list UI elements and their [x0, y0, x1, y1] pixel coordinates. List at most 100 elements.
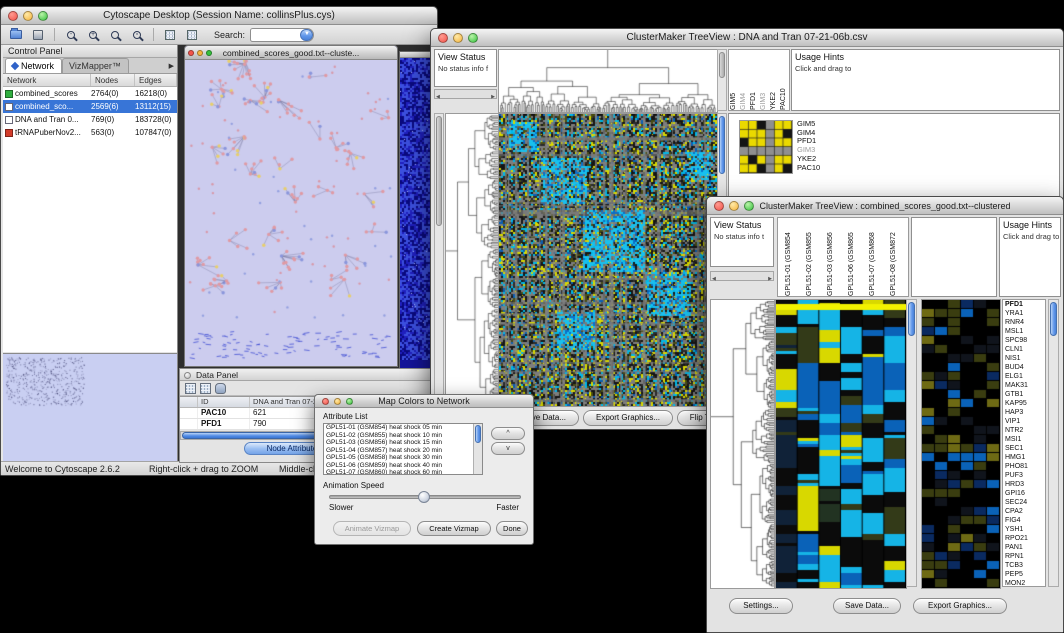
create-vizmap-button[interactable]: Create Vizmap [417, 521, 491, 536]
gene-label[interactable]: HMG1 [1005, 453, 1045, 462]
gene-label[interactable]: CLN1 [1005, 345, 1045, 354]
heatmap-vscrollbar[interactable] [906, 299, 917, 587]
treeview-dna-titlebar[interactable]: ClusterMaker TreeView : DNA and Tran 07-… [431, 29, 1063, 47]
combo-arrow-icon[interactable] [300, 29, 313, 41]
overlap-button[interactable] [182, 26, 202, 43]
gene-label[interactable]: CPA2 [1005, 507, 1045, 516]
gene-label[interactable]: KAP95 [1005, 399, 1045, 408]
gene-label[interactable]: MSL1 [1005, 327, 1045, 336]
snapshot-button[interactable] [160, 26, 180, 43]
gene-label[interactable]: FIG4 [1005, 516, 1045, 525]
save-button[interactable] [28, 26, 48, 43]
attribute-item[interactable]: GPL51-04 (GSM857) heat shock 20 min [324, 447, 473, 455]
gene-label[interactable]: YSH1 [1005, 525, 1045, 534]
scroll-thumb[interactable] [475, 425, 481, 443]
zoom-button[interactable] [206, 50, 212, 56]
column-scrollbar[interactable] [717, 49, 727, 111]
col-nodes[interactable]: Nodes [91, 74, 135, 86]
attribute-item[interactable]: GPL51-03 (GSM856) heat shock 15 min [324, 439, 473, 447]
network-overview-panel[interactable] [3, 353, 177, 461]
minimize-button[interactable] [729, 201, 739, 211]
move-up-button[interactable]: ^ [491, 427, 525, 440]
attribute-item[interactable]: GPL51-07 (GSM860) heat shock 60 min [324, 469, 473, 475]
move-down-button[interactable]: v [491, 442, 525, 455]
mini-heatmap-canvas[interactable] [739, 120, 793, 174]
attribute-item[interactable]: GPL51-01 (GSM854) heat shock 05 min [324, 424, 473, 432]
gene-label[interactable]: TCB3 [1005, 561, 1045, 570]
left-vscrollbar[interactable] [434, 113, 444, 405]
column-dendrogram-canvas[interactable] [498, 49, 718, 113]
heatmap-canvas[interactable] [775, 299, 907, 589]
network-view-titlebar[interactable]: combined_scores_good.txt--cluste... [185, 46, 397, 60]
close-button[interactable] [714, 201, 724, 211]
close-button[interactable] [188, 50, 194, 56]
minimize-button[interactable] [197, 50, 203, 56]
col-edges[interactable]: Edges [135, 74, 177, 86]
gene-label[interactable]: RPO21 [1005, 534, 1045, 543]
gene-label[interactable]: VIP1 [1005, 417, 1045, 426]
zoom-fit-button[interactable] [105, 26, 125, 43]
select-attributes-icon[interactable] [185, 383, 196, 394]
speed-slider[interactable] [329, 495, 521, 499]
search-input[interactable] [250, 28, 314, 42]
gene-label[interactable]: PAC10 [797, 164, 820, 173]
scroll-thumb[interactable] [719, 116, 725, 174]
tab-vizmapper[interactable]: VizMapper™ [62, 58, 129, 73]
attribute-item[interactable]: GPL51-05 (GSM858) heat shock 30 min [324, 454, 473, 462]
tab-network[interactable]: Network [5, 58, 62, 73]
create-attribute-icon[interactable] [200, 383, 211, 394]
gene-label[interactable]: PAN1 [1005, 543, 1045, 552]
zoom-selected-button[interactable]: ▫ [127, 26, 147, 43]
status-hscrollbar[interactable] [434, 89, 497, 99]
scroll-thumb[interactable] [908, 302, 915, 336]
gene-label[interactable]: GTB1 [1005, 390, 1045, 399]
zoom-button[interactable] [346, 398, 353, 405]
list-vscrollbar[interactable] [473, 424, 482, 474]
zoom-out-button[interactable]: - [61, 26, 81, 43]
zoom-in-button[interactable]: + [83, 26, 103, 43]
dialog-titlebar[interactable]: Map Colors to Network [315, 395, 533, 408]
gene-label[interactable]: HRD3 [1005, 480, 1045, 489]
row-dendrogram-canvas[interactable] [445, 113, 499, 407]
gene-label[interactable]: MSI1 [1005, 435, 1045, 444]
gene-label[interactable]: MAK31 [1005, 381, 1045, 390]
minimize-button[interactable] [453, 33, 463, 43]
slider-thumb[interactable] [418, 491, 430, 503]
main-titlebar[interactable]: Cytoscape Desktop (Session Name: collins… [1, 7, 437, 25]
settings-button[interactable]: Settings... [729, 598, 793, 614]
gene-label[interactable]: SEC24 [1005, 498, 1045, 507]
close-button[interactable] [8, 11, 18, 21]
zoom-heatmap-canvas[interactable] [921, 299, 1001, 589]
minimize-button[interactable] [23, 11, 33, 21]
network-row-selected[interactable]: combined_sco... 2569(6) 13112(15) [3, 100, 177, 113]
scroll-thumb[interactable] [436, 116, 442, 226]
minimize-button[interactable] [334, 398, 341, 405]
gene-label[interactable]: PEP5 [1005, 570, 1045, 579]
attribute-item[interactable]: GPL51-02 (GSM855) heat shock 10 min [324, 432, 473, 440]
tab-overflow-icon[interactable] [169, 62, 174, 70]
background-network-window[interactable] [399, 51, 433, 369]
heatmap-canvas[interactable] [498, 113, 718, 407]
gene-label[interactable]: NIS1 [1005, 354, 1045, 363]
network-row[interactable]: combined_scores 2764(0) 16218(0) [3, 87, 177, 100]
scroll-thumb[interactable] [1050, 302, 1057, 336]
scroll-left-icon[interactable] [711, 267, 716, 285]
col-id[interactable]: ID [198, 397, 250, 407]
export-graphics-button[interactable]: Export Graphics... [583, 410, 673, 426]
treeview-combined-titlebar[interactable]: ClusterMaker TreeView : combined_scores_… [707, 197, 1063, 215]
zoom-button[interactable] [468, 33, 478, 43]
gene-label[interactable]: NTR2 [1005, 426, 1045, 435]
gene-label[interactable]: PFD1 [1005, 300, 1045, 309]
zoom-button[interactable] [744, 201, 754, 211]
dense-network-canvas[interactable] [400, 58, 432, 360]
open-file-button[interactable] [6, 26, 26, 43]
gene-label[interactable]: MON2 [1005, 579, 1045, 587]
scroll-right-icon[interactable] [491, 85, 496, 103]
gene-label[interactable]: BUD4 [1005, 363, 1045, 372]
animate-vizmap-button[interactable]: Animate Vizmap [333, 521, 411, 536]
labels-vscrollbar[interactable] [1048, 299, 1059, 587]
gene-label[interactable]: ELG1 [1005, 372, 1045, 381]
attribute-listbox[interactable]: GPL51-01 (GSM854) heat shock 05 minGPL51… [323, 423, 483, 475]
gene-label[interactable]: HAP3 [1005, 408, 1045, 417]
gene-label[interactable]: PHO81 [1005, 462, 1045, 471]
